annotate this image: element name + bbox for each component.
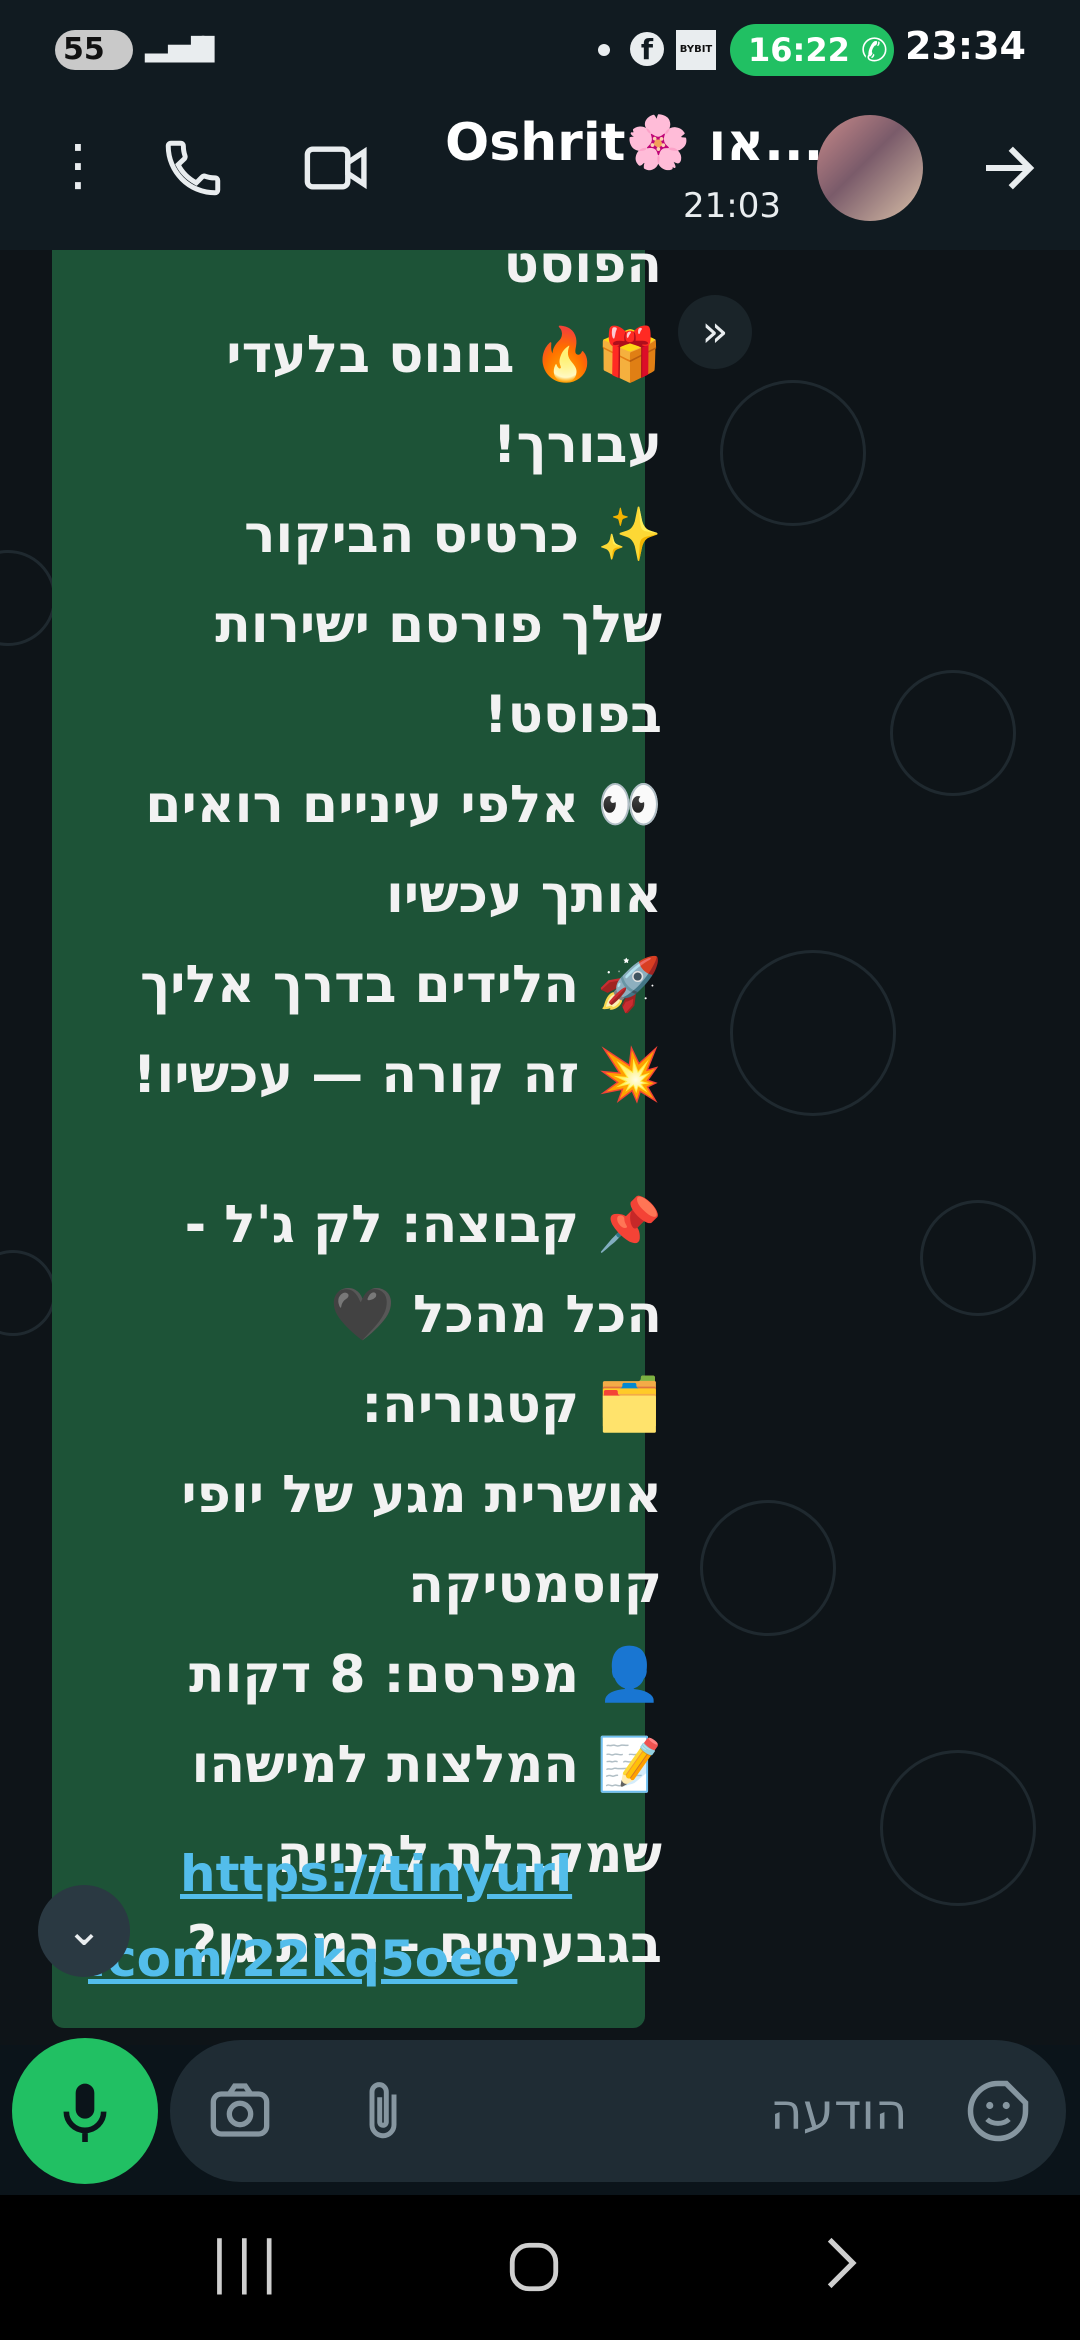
- microphone-icon: [63, 2084, 107, 2143]
- back-icon[interactable]: [815, 2232, 865, 2308]
- forward-message-button[interactable]: »: [678, 295, 752, 369]
- phone-icon[interactable]: [160, 135, 226, 205]
- wallpaper-doodle: [720, 380, 866, 526]
- bybit-icon: BYBIT: [676, 30, 716, 70]
- clock: 23:34: [905, 24, 1026, 68]
- wallpaper-doodle: [890, 670, 1016, 796]
- message-line: 💥 זה קורה — עכשיו!: [132, 1045, 662, 1105]
- message-line: עבורך!: [492, 415, 662, 475]
- forward-arrow-icon[interactable]: [975, 135, 1041, 205]
- message-line: 🗂️ קטגוריה:: [361, 1375, 662, 1435]
- call-timer: 16:22: [748, 31, 850, 69]
- message-line: אושרית מגע של יופי: [181, 1465, 662, 1525]
- wallpaper-doodle: [700, 1500, 836, 1636]
- message-line: ✨ כרטיס הביקור: [244, 505, 662, 565]
- chat-area[interactable]: » הפוסט 🎁🔥 בונוס בלעדי עבורך! ✨ כרטיס הב…: [0, 250, 1080, 2045]
- sticker-icon[interactable]: [965, 2078, 1031, 2157]
- message-line: 📝 המלצות למישהו: [191, 1735, 663, 1795]
- status-bar: 55 ▂▄▆ ◠ f BYBIT 16:22 ✆ 23:34: [0, 0, 1080, 100]
- message-text: הפוסט 🎁🔥 בונוס בלעדי עבורך! ✨ כרטיס הביק…: [112, 250, 662, 1990]
- message-line: שלך פורסם ישירות: [215, 595, 662, 655]
- phone-small-icon: ✆: [861, 31, 888, 69]
- message-line: [112, 1120, 662, 1180]
- message-bubble[interactable]: הפוסט 🎁🔥 בונוס בלעדי עבורך! ✨ כרטיס הביק…: [52, 250, 662, 2028]
- attach-paperclip-icon[interactable]: [358, 2078, 408, 2157]
- message-line: 🎁🔥 בונוס בלעדי: [226, 325, 662, 385]
- notification-dot-icon: [598, 44, 610, 56]
- message-line: הכל מהכל 🖤: [330, 1285, 662, 1345]
- facebook-icon: f: [630, 32, 664, 66]
- message-link-line2[interactable]: .com/22kq5oeo: [88, 1930, 517, 1988]
- message-line: אותך עכשיו: [385, 865, 662, 925]
- battery-indicator: 55: [55, 30, 133, 70]
- message-line: 📌 קבוצה: לק ג'ל -: [184, 1195, 662, 1255]
- wallpaper-doodle: [0, 550, 56, 646]
- more-vert-icon[interactable]: ⋮: [50, 138, 106, 194]
- wifi-icon: ◠: [190, 28, 217, 63]
- recent-apps-icon[interactable]: |||: [210, 2230, 285, 2295]
- message-line: בפוסט!: [483, 685, 662, 745]
- wallpaper-doodle: [730, 950, 896, 1116]
- contact-name[interactable]: Oshrit🌸 או...: [445, 112, 823, 173]
- wallpaper-doodle: [920, 1200, 1036, 1316]
- message-line: 👤 מפרסם: 8 דקות: [189, 1645, 662, 1705]
- wallpaper-doodle: [0, 1250, 56, 1336]
- message-link-line1[interactable]: https://tinyurl: [180, 1845, 572, 1903]
- ongoing-call-pill[interactable]: 16:22 ✆: [730, 24, 894, 76]
- home-icon[interactable]: [505, 2238, 563, 2310]
- message-line: קוסמטיקה: [408, 1555, 662, 1615]
- message-input[interactable]: [170, 2040, 1066, 2182]
- wallpaper-doodle: [880, 1750, 1036, 1906]
- video-camera-icon[interactable]: [302, 135, 372, 205]
- message-line: הפוסט: [503, 250, 662, 295]
- camera-icon[interactable]: [208, 2080, 272, 2153]
- microphone-button[interactable]: [12, 2038, 158, 2184]
- message-placeholder: הודעה: [770, 2083, 908, 2141]
- message-line: 👀 אלפי עיניים רואים: [145, 775, 662, 835]
- last-seen: 21:03: [683, 186, 781, 226]
- scroll-to-bottom-button[interactable]: ⌄: [38, 1885, 130, 1977]
- message-line: 🚀 הלידים בדרך אליך: [140, 955, 662, 1015]
- avatar[interactable]: [817, 115, 923, 221]
